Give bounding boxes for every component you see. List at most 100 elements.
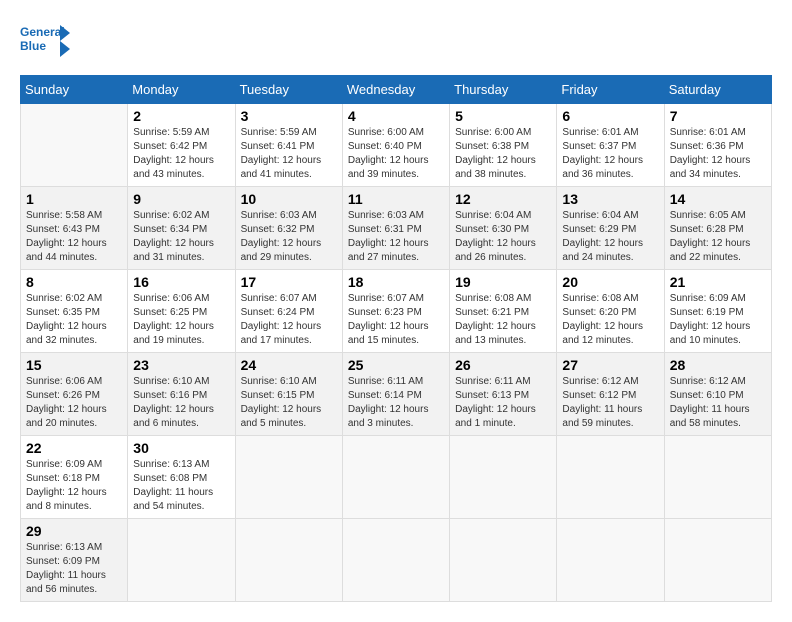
calendar-cell: 23 Sunrise: 6:10 AMSunset: 6:16 PMDaylig…: [128, 353, 235, 436]
weekday-header-sunday: Sunday: [21, 76, 128, 104]
calendar-cell: [128, 519, 235, 602]
day-number: 1: [26, 191, 122, 207]
calendar-table: SundayMondayTuesdayWednesdayThursdayFrid…: [20, 75, 772, 602]
day-number: 20: [562, 274, 658, 290]
calendar-cell: 6 Sunrise: 6:01 AMSunset: 6:37 PMDayligh…: [557, 104, 664, 187]
calendar-cell: 17 Sunrise: 6:07 AMSunset: 6:24 PMDaylig…: [235, 270, 342, 353]
calendar-cell: 14 Sunrise: 6:05 AMSunset: 6:28 PMDaylig…: [664, 187, 771, 270]
calendar-cell: 13 Sunrise: 6:04 AMSunset: 6:29 PMDaylig…: [557, 187, 664, 270]
calendar-cell: 12 Sunrise: 6:04 AMSunset: 6:30 PMDaylig…: [450, 187, 557, 270]
day-number: 25: [348, 357, 444, 373]
calendar-cell: 4 Sunrise: 6:00 AMSunset: 6:40 PMDayligh…: [342, 104, 449, 187]
week-row-4: 22 Sunrise: 6:09 AMSunset: 6:18 PMDaylig…: [21, 436, 772, 519]
calendar-cell: 8 Sunrise: 6:02 AMSunset: 6:35 PMDayligh…: [21, 270, 128, 353]
logo: General Blue: [20, 20, 70, 60]
calendar-cell: 11 Sunrise: 6:03 AMSunset: 6:31 PMDaylig…: [342, 187, 449, 270]
day-number: 17: [241, 274, 337, 290]
calendar-cell: [664, 436, 771, 519]
day-number: 15: [26, 357, 122, 373]
calendar-cell: 7 Sunrise: 6:01 AMSunset: 6:36 PMDayligh…: [664, 104, 771, 187]
calendar-cell: 24 Sunrise: 6:10 AMSunset: 6:15 PMDaylig…: [235, 353, 342, 436]
day-info: Sunrise: 6:03 AMSunset: 6:32 PMDaylight:…: [241, 210, 322, 263]
calendar-cell: 3 Sunrise: 5:59 AMSunset: 6:41 PMDayligh…: [235, 104, 342, 187]
day-info: Sunrise: 6:07 AMSunset: 6:23 PMDaylight:…: [348, 293, 429, 346]
day-info: Sunrise: 6:06 AMSunset: 6:25 PMDaylight:…: [133, 293, 214, 346]
calendar-cell: 20 Sunrise: 6:08 AMSunset: 6:20 PMDaylig…: [557, 270, 664, 353]
day-info: Sunrise: 6:02 AMSunset: 6:35 PMDaylight:…: [26, 293, 107, 346]
day-number: 5: [455, 108, 551, 124]
day-number: 2: [133, 108, 229, 124]
calendar-cell: [21, 104, 128, 187]
day-number: 18: [348, 274, 444, 290]
day-number: 30: [133, 440, 229, 456]
day-info: Sunrise: 6:04 AMSunset: 6:29 PMDaylight:…: [562, 210, 643, 263]
day-number: 29: [26, 523, 122, 539]
day-info: Sunrise: 6:09 AMSunset: 6:19 PMDaylight:…: [670, 293, 751, 346]
calendar-cell: 30 Sunrise: 6:13 AMSunset: 6:08 PMDaylig…: [128, 436, 235, 519]
day-info: Sunrise: 6:02 AMSunset: 6:34 PMDaylight:…: [133, 210, 214, 263]
calendar-cell: 5 Sunrise: 6:00 AMSunset: 6:38 PMDayligh…: [450, 104, 557, 187]
day-info: Sunrise: 5:59 AMSunset: 6:41 PMDaylight:…: [241, 127, 322, 180]
day-number: 12: [455, 191, 551, 207]
day-info: Sunrise: 6:05 AMSunset: 6:28 PMDaylight:…: [670, 210, 751, 263]
weekday-header-monday: Monday: [128, 76, 235, 104]
calendar-cell: [450, 436, 557, 519]
calendar-cell: 16 Sunrise: 6:06 AMSunset: 6:25 PMDaylig…: [128, 270, 235, 353]
calendar-cell: [664, 519, 771, 602]
day-info: Sunrise: 6:04 AMSunset: 6:30 PMDaylight:…: [455, 210, 536, 263]
calendar-cell: 25 Sunrise: 6:11 AMSunset: 6:14 PMDaylig…: [342, 353, 449, 436]
week-row-1: 1 Sunrise: 5:58 AMSunset: 6:43 PMDayligh…: [21, 187, 772, 270]
calendar-cell: [450, 519, 557, 602]
day-info: Sunrise: 6:13 AMSunset: 6:09 PMDaylight:…: [26, 542, 106, 595]
calendar-cell: 27 Sunrise: 6:12 AMSunset: 6:12 PMDaylig…: [557, 353, 664, 436]
calendar-cell: 29 Sunrise: 6:13 AMSunset: 6:09 PMDaylig…: [21, 519, 128, 602]
day-info: Sunrise: 5:58 AMSunset: 6:43 PMDaylight:…: [26, 210, 107, 263]
calendar-cell: 19 Sunrise: 6:08 AMSunset: 6:21 PMDaylig…: [450, 270, 557, 353]
day-number: 7: [670, 108, 766, 124]
day-number: 10: [241, 191, 337, 207]
calendar-cell: [235, 436, 342, 519]
day-number: 8: [26, 274, 122, 290]
day-info: Sunrise: 6:07 AMSunset: 6:24 PMDaylight:…: [241, 293, 322, 346]
day-info: Sunrise: 6:12 AMSunset: 6:10 PMDaylight:…: [670, 376, 750, 429]
day-info: Sunrise: 6:08 AMSunset: 6:20 PMDaylight:…: [562, 293, 643, 346]
day-info: Sunrise: 6:03 AMSunset: 6:31 PMDaylight:…: [348, 210, 429, 263]
day-number: 9: [133, 191, 229, 207]
day-info: Sunrise: 6:08 AMSunset: 6:21 PMDaylight:…: [455, 293, 536, 346]
calendar-cell: 2 Sunrise: 5:59 AMSunset: 6:42 PMDayligh…: [128, 104, 235, 187]
calendar-cell: [557, 436, 664, 519]
weekday-header-friday: Friday: [557, 76, 664, 104]
calendar-cell: 26 Sunrise: 6:11 AMSunset: 6:13 PMDaylig…: [450, 353, 557, 436]
day-number: 6: [562, 108, 658, 124]
day-info: Sunrise: 6:00 AMSunset: 6:38 PMDaylight:…: [455, 127, 536, 180]
header-row: SundayMondayTuesdayWednesdayThursdayFrid…: [21, 76, 772, 104]
day-number: 11: [348, 191, 444, 207]
day-info: Sunrise: 6:13 AMSunset: 6:08 PMDaylight:…: [133, 459, 213, 512]
calendar-cell: [342, 519, 449, 602]
day-info: Sunrise: 6:12 AMSunset: 6:12 PMDaylight:…: [562, 376, 642, 429]
week-row-2: 8 Sunrise: 6:02 AMSunset: 6:35 PMDayligh…: [21, 270, 772, 353]
calendar-cell: 28 Sunrise: 6:12 AMSunset: 6:10 PMDaylig…: [664, 353, 771, 436]
day-number: 26: [455, 357, 551, 373]
day-info: Sunrise: 6:11 AMSunset: 6:14 PMDaylight:…: [348, 376, 429, 429]
calendar-cell: 21 Sunrise: 6:09 AMSunset: 6:19 PMDaylig…: [664, 270, 771, 353]
weekday-header-tuesday: Tuesday: [235, 76, 342, 104]
day-info: Sunrise: 6:01 AMSunset: 6:36 PMDaylight:…: [670, 127, 751, 180]
day-number: 22: [26, 440, 122, 456]
weekday-header-saturday: Saturday: [664, 76, 771, 104]
calendar-cell: 15 Sunrise: 6:06 AMSunset: 6:26 PMDaylig…: [21, 353, 128, 436]
day-number: 27: [562, 357, 658, 373]
day-info: Sunrise: 6:10 AMSunset: 6:16 PMDaylight:…: [133, 376, 214, 429]
day-number: 13: [562, 191, 658, 207]
calendar-cell: 10 Sunrise: 6:03 AMSunset: 6:32 PMDaylig…: [235, 187, 342, 270]
week-row-5: 29 Sunrise: 6:13 AMSunset: 6:09 PMDaylig…: [21, 519, 772, 602]
day-number: 24: [241, 357, 337, 373]
day-info: Sunrise: 6:10 AMSunset: 6:15 PMDaylight:…: [241, 376, 322, 429]
calendar-cell: 1 Sunrise: 5:58 AMSunset: 6:43 PMDayligh…: [21, 187, 128, 270]
day-info: Sunrise: 6:01 AMSunset: 6:37 PMDaylight:…: [562, 127, 643, 180]
calendar-cell: 18 Sunrise: 6:07 AMSunset: 6:23 PMDaylig…: [342, 270, 449, 353]
calendar-cell: 9 Sunrise: 6:02 AMSunset: 6:34 PMDayligh…: [128, 187, 235, 270]
week-row-3: 15 Sunrise: 6:06 AMSunset: 6:26 PMDaylig…: [21, 353, 772, 436]
day-number: 23: [133, 357, 229, 373]
calendar-cell: [342, 436, 449, 519]
